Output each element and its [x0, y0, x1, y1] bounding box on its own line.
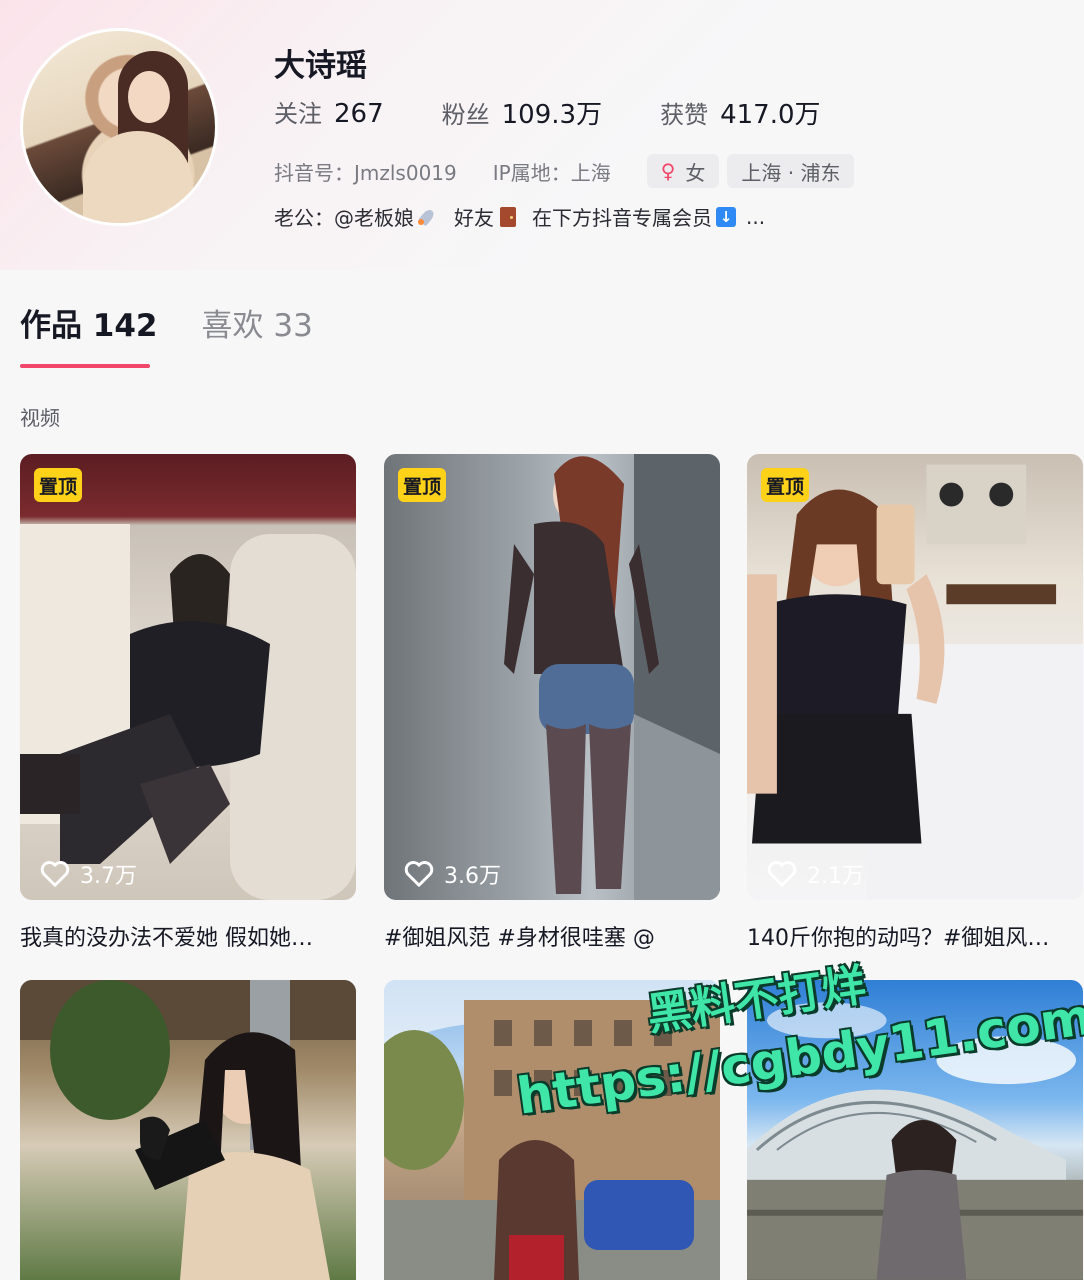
pinned-badge: 置顶: [398, 468, 447, 502]
pinned-badge: 置顶: [761, 468, 810, 502]
video-thumbnail: [747, 464, 1083, 900]
avatar[interactable]: [20, 28, 218, 226]
section-label-videos: 视频: [20, 406, 60, 430]
profile-name: 大诗瑶: [274, 48, 367, 84]
like-count-value: 2.1万: [807, 864, 864, 889]
ip-location: IP属地：上海: [492, 160, 611, 185]
video-card[interactable]: [20, 980, 356, 1280]
heart-icon: [40, 861, 70, 887]
like-count: 3.6万: [404, 858, 501, 890]
video-thumbnail: [747, 1002, 1083, 1280]
stat-value: 417.0万: [720, 100, 821, 130]
video-caption[interactable]: 我真的没办法不爱她 假如她…: [20, 920, 313, 952]
video-thumbnail: [20, 980, 356, 1280]
stat-label: 关注: [274, 100, 322, 128]
video-card[interactable]: 置顶 2.1万: [747, 454, 1083, 900]
profile-tabs: 作品 142 喜欢 33: [20, 300, 357, 371]
female-icon: ♀: [660, 159, 676, 183]
stat-value: 267: [334, 99, 384, 129]
gender-chip: ♀ 女: [646, 154, 720, 188]
video-card[interactable]: [384, 980, 720, 1280]
video-card[interactable]: 置顶 3.6万: [384, 454, 720, 900]
active-tab-indicator: [20, 364, 150, 368]
video-caption[interactable]: 140斤你抱的动吗？#御姐风…: [747, 920, 1049, 952]
pinned-badge: 置顶: [34, 468, 83, 502]
tab-likes[interactable]: 喜欢 33: [202, 300, 313, 371]
stat-followers[interactable]: 粉丝 109.3万: [442, 94, 602, 131]
bio-text-3: 在下方抖音专属会员: [532, 206, 712, 230]
bio-more[interactable]: ...: [746, 205, 765, 229]
video-card[interactable]: 置顶 3.7万: [20, 454, 356, 900]
stat-label: 粉丝: [441, 101, 490, 129]
door-icon: [500, 206, 516, 227]
like-count: 3.7万: [40, 858, 137, 890]
profile-stats: 关注 267 粉丝 109.3万 获赞 417.0万: [274, 94, 879, 131]
gender-label: 女: [685, 160, 706, 185]
video-thumbnail: [384, 980, 720, 1280]
stat-label: 获赞: [660, 101, 709, 129]
stat-value: 109.3万: [501, 100, 603, 130]
stat-following[interactable]: 关注 267: [274, 94, 384, 131]
profile-meta: 抖音号：Jmzls0019 IP属地：上海 ♀ 女 上海 · 浦东: [274, 154, 862, 188]
tab-works[interactable]: 作品 142: [20, 300, 158, 371]
video-caption[interactable]: #御姐风范 #身材很哇塞 @: [384, 920, 655, 952]
like-count: 2.1万: [767, 858, 864, 890]
arrow-down-icon: ↓: [716, 206, 736, 227]
video-card[interactable]: [747, 980, 1083, 1280]
stat-likes[interactable]: 获赞 417.0万: [660, 94, 820, 131]
heart-icon: [404, 861, 434, 887]
video-thumbnail: [504, 454, 720, 900]
profile-bio[interactable]: 老公：@老板娘 好友 在下方抖音专属会员 ↓ ...: [274, 202, 765, 231]
douyin-id: 抖音号：Jmzls0019: [274, 160, 457, 185]
video-thumbnail: [20, 524, 356, 900]
heart-icon: [767, 861, 797, 887]
like-count-value: 3.7万: [80, 864, 137, 889]
rocket-icon: [418, 207, 438, 227]
like-count-value: 3.6万: [444, 864, 501, 889]
location-chip: 上海 · 浦东: [727, 154, 855, 188]
profile-page: 大诗瑶 关注 267 粉丝 109.3万 获赞 417.0万 抖音号：Jmzls…: [0, 0, 1084, 1280]
bio-text-1: 老公：@老板娘: [274, 206, 414, 230]
avatar-face: [128, 71, 170, 123]
bio-text-2: 好友: [454, 206, 494, 230]
